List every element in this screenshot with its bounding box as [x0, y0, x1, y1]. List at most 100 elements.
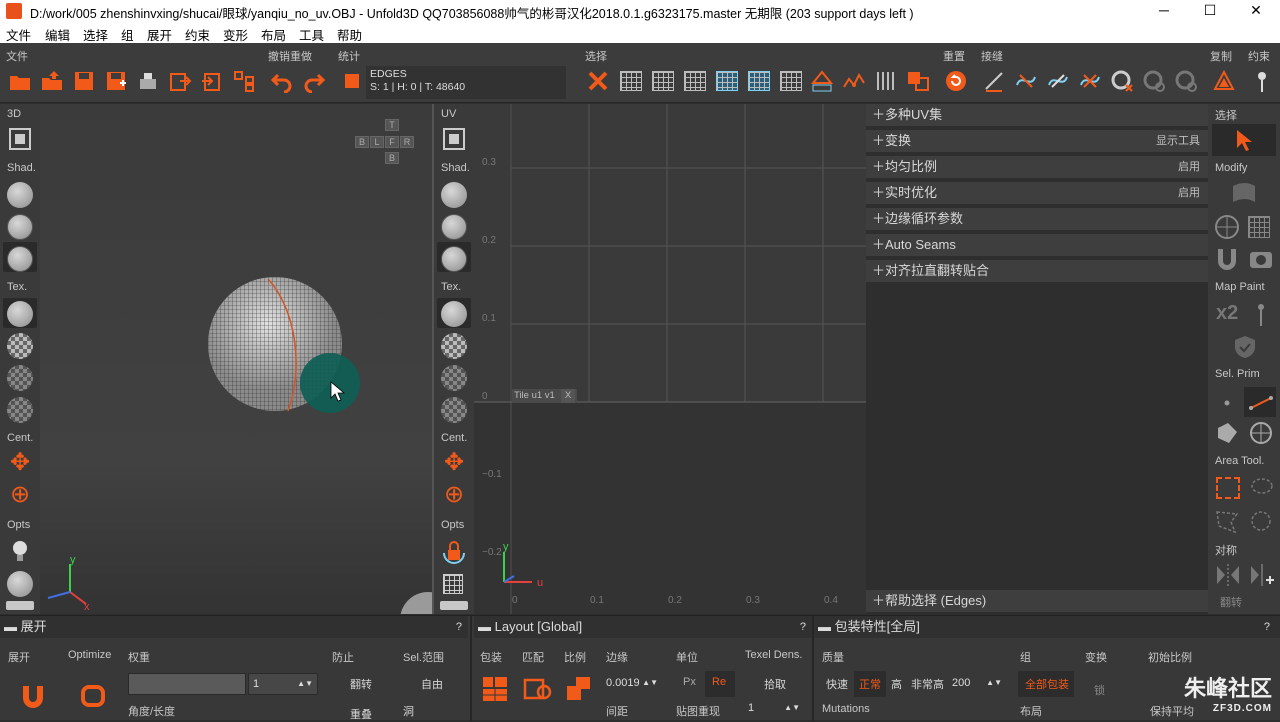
- unit-re-button[interactable]: Re: [712, 676, 726, 688]
- tex-none-icon[interactable]: [7, 301, 33, 327]
- symmetry-icon[interactable]: [1214, 562, 1242, 588]
- undo-icon[interactable]: [270, 69, 294, 93]
- copy-shell-icon[interactable]: [1212, 69, 1236, 93]
- uv-frame-view-icon[interactable]: [441, 126, 467, 152]
- menu-deform[interactable]: 变形: [223, 25, 248, 44]
- receive-icon[interactable]: [200, 69, 224, 93]
- unit-px-button[interactable]: Px: [683, 676, 696, 688]
- select-invert-icon[interactable]: [652, 71, 674, 91]
- view-cube-bottom[interactable]: B: [385, 152, 399, 164]
- modify-sphere-icon[interactable]: [1214, 214, 1240, 240]
- border-input[interactable]: 0.0019 ▲▼: [602, 673, 662, 695]
- cut-delete-icon[interactable]: [1110, 69, 1134, 93]
- unfold-help[interactable]: ?: [456, 616, 462, 638]
- sel-vertex-icon[interactable]: [1214, 390, 1240, 416]
- select-overlap-icon[interactable]: [906, 69, 930, 93]
- center-icon[interactable]: ✥: [7, 451, 33, 477]
- import-icon[interactable]: [40, 69, 64, 93]
- map-res-input[interactable]: 1 ▲▼: [744, 698, 804, 720]
- stats-icon[interactable]: [340, 69, 364, 93]
- menu-select[interactable]: 选择: [83, 25, 108, 44]
- menu-file[interactable]: 文件: [6, 25, 31, 44]
- quality-high[interactable]: 高: [891, 676, 902, 692]
- pack-button[interactable]: [480, 674, 510, 704]
- uv-tex-checker-3-icon[interactable]: [441, 397, 467, 423]
- weight-input[interactable]: 1 ▲▼: [248, 673, 318, 695]
- select-path-icon[interactable]: [842, 69, 866, 93]
- weld-icon[interactable]: [1014, 69, 1038, 93]
- clear-selection-icon[interactable]: [586, 69, 610, 93]
- opts-slider[interactable]: [6, 601, 34, 610]
- sel-shell-icon[interactable]: [1248, 420, 1274, 446]
- layout-help[interactable]: ?: [800, 616, 806, 638]
- area-lasso-icon[interactable]: [1248, 476, 1274, 500]
- unstitch-icon[interactable]: [1078, 69, 1102, 93]
- send-icon[interactable]: [168, 69, 192, 93]
- uv-shade-wire-icon[interactable]: [441, 214, 467, 240]
- ratio-button[interactable]: [564, 674, 594, 704]
- match-button[interactable]: [522, 674, 552, 704]
- shade-wire-icon[interactable]: [7, 214, 33, 240]
- uv-grid-icon[interactable]: [443, 574, 463, 594]
- uv-shade-wire-smooth-icon[interactable]: [441, 246, 467, 272]
- maximize-button[interactable]: ☐: [1187, 0, 1233, 22]
- menu-group[interactable]: 组: [121, 25, 134, 44]
- select-loop-icon[interactable]: [748, 71, 770, 91]
- view-cube-top[interactable]: T: [385, 119, 399, 131]
- view-cube-right[interactable]: R: [400, 136, 414, 148]
- shield-icon[interactable]: [1232, 334, 1258, 360]
- uv-tex-none-icon[interactable]: [441, 301, 467, 327]
- free-button[interactable]: 自由: [421, 676, 443, 692]
- modify-grid-icon[interactable]: [1248, 216, 1270, 238]
- save-as-icon[interactable]: [104, 69, 128, 93]
- unfold-panel-header[interactable]: ▬ 展开 ?: [0, 616, 468, 638]
- menu-edit[interactable]: 编辑: [45, 25, 70, 44]
- area-paint-icon[interactable]: [1248, 508, 1274, 534]
- rollout-transform[interactable]: ＋变换 显示工具: [866, 130, 1208, 154]
- view-cube-front[interactable]: F: [385, 136, 399, 148]
- menu-layout[interactable]: 布局: [261, 25, 286, 44]
- view-cube[interactable]: T B L F R B: [352, 119, 424, 169]
- symmetry-add-icon[interactable]: [1248, 562, 1276, 588]
- menu-tools[interactable]: 工具: [299, 25, 324, 44]
- viewport-3d[interactable]: T B L F R B y x: [40, 104, 432, 614]
- pick-button[interactable]: 拾取: [764, 676, 786, 692]
- quality-very-high[interactable]: 非常高: [911, 676, 944, 692]
- tile-tab[interactable]: Tile u1 v1 X: [512, 389, 578, 403]
- tex-checker-3-icon[interactable]: [7, 397, 33, 423]
- rollout-align-straighten[interactable]: ＋对齐拉直翻转贴合: [866, 260, 1208, 284]
- sel-edge-icon[interactable]: [1248, 390, 1274, 416]
- area-poly-icon[interactable]: [1214, 508, 1240, 534]
- shade-wire-smooth-icon[interactable]: [7, 246, 33, 272]
- eyeball-mesh[interactable]: [200, 269, 360, 419]
- center-selection-icon[interactable]: ⊕: [7, 483, 33, 509]
- rollout-help-select[interactable]: ＋帮助选择 (Edges): [866, 590, 1208, 614]
- light-bulb-icon[interactable]: [10, 539, 30, 565]
- uv-center-selection-icon[interactable]: ⊕: [441, 483, 467, 509]
- layout-panel-header[interactable]: ▬ Layout [Global] ?: [474, 616, 812, 638]
- x2-icon[interactable]: x2: [1216, 302, 1238, 325]
- pin-icon[interactable]: [1250, 69, 1274, 93]
- modify-magnet-icon[interactable]: [1214, 246, 1240, 272]
- menu-help[interactable]: 帮助: [337, 25, 362, 44]
- modify-camera-icon[interactable]: [1248, 246, 1274, 272]
- lock-button[interactable]: 锁: [1094, 682, 1105, 698]
- uv-opts-slider[interactable]: [440, 601, 468, 610]
- tex-checker-2-icon[interactable]: [7, 365, 33, 391]
- select-ring-icon[interactable]: [780, 71, 802, 91]
- hierarchy-icon[interactable]: [232, 69, 256, 93]
- menu-unfold[interactable]: 展开: [147, 25, 172, 44]
- cut-auto-icon[interactable]: [1174, 69, 1198, 93]
- select-columns-icon[interactable]: [874, 69, 898, 93]
- quality-normal[interactable]: 正常: [859, 676, 881, 692]
- cut-icon[interactable]: [982, 69, 1006, 93]
- select-arrow-icon[interactable]: [1234, 128, 1254, 152]
- uv-lock-icon[interactable]: [441, 539, 467, 565]
- select-shell-icon[interactable]: [810, 69, 834, 93]
- tile-close-button[interactable]: X: [560, 389, 576, 403]
- view-cube-back[interactable]: B: [355, 136, 369, 148]
- modify-cloth-icon[interactable]: [1230, 180, 1258, 208]
- hole-button[interactable]: 洞: [403, 703, 414, 719]
- menu-constrain[interactable]: 约束: [185, 25, 210, 44]
- background-icon[interactable]: [7, 571, 33, 597]
